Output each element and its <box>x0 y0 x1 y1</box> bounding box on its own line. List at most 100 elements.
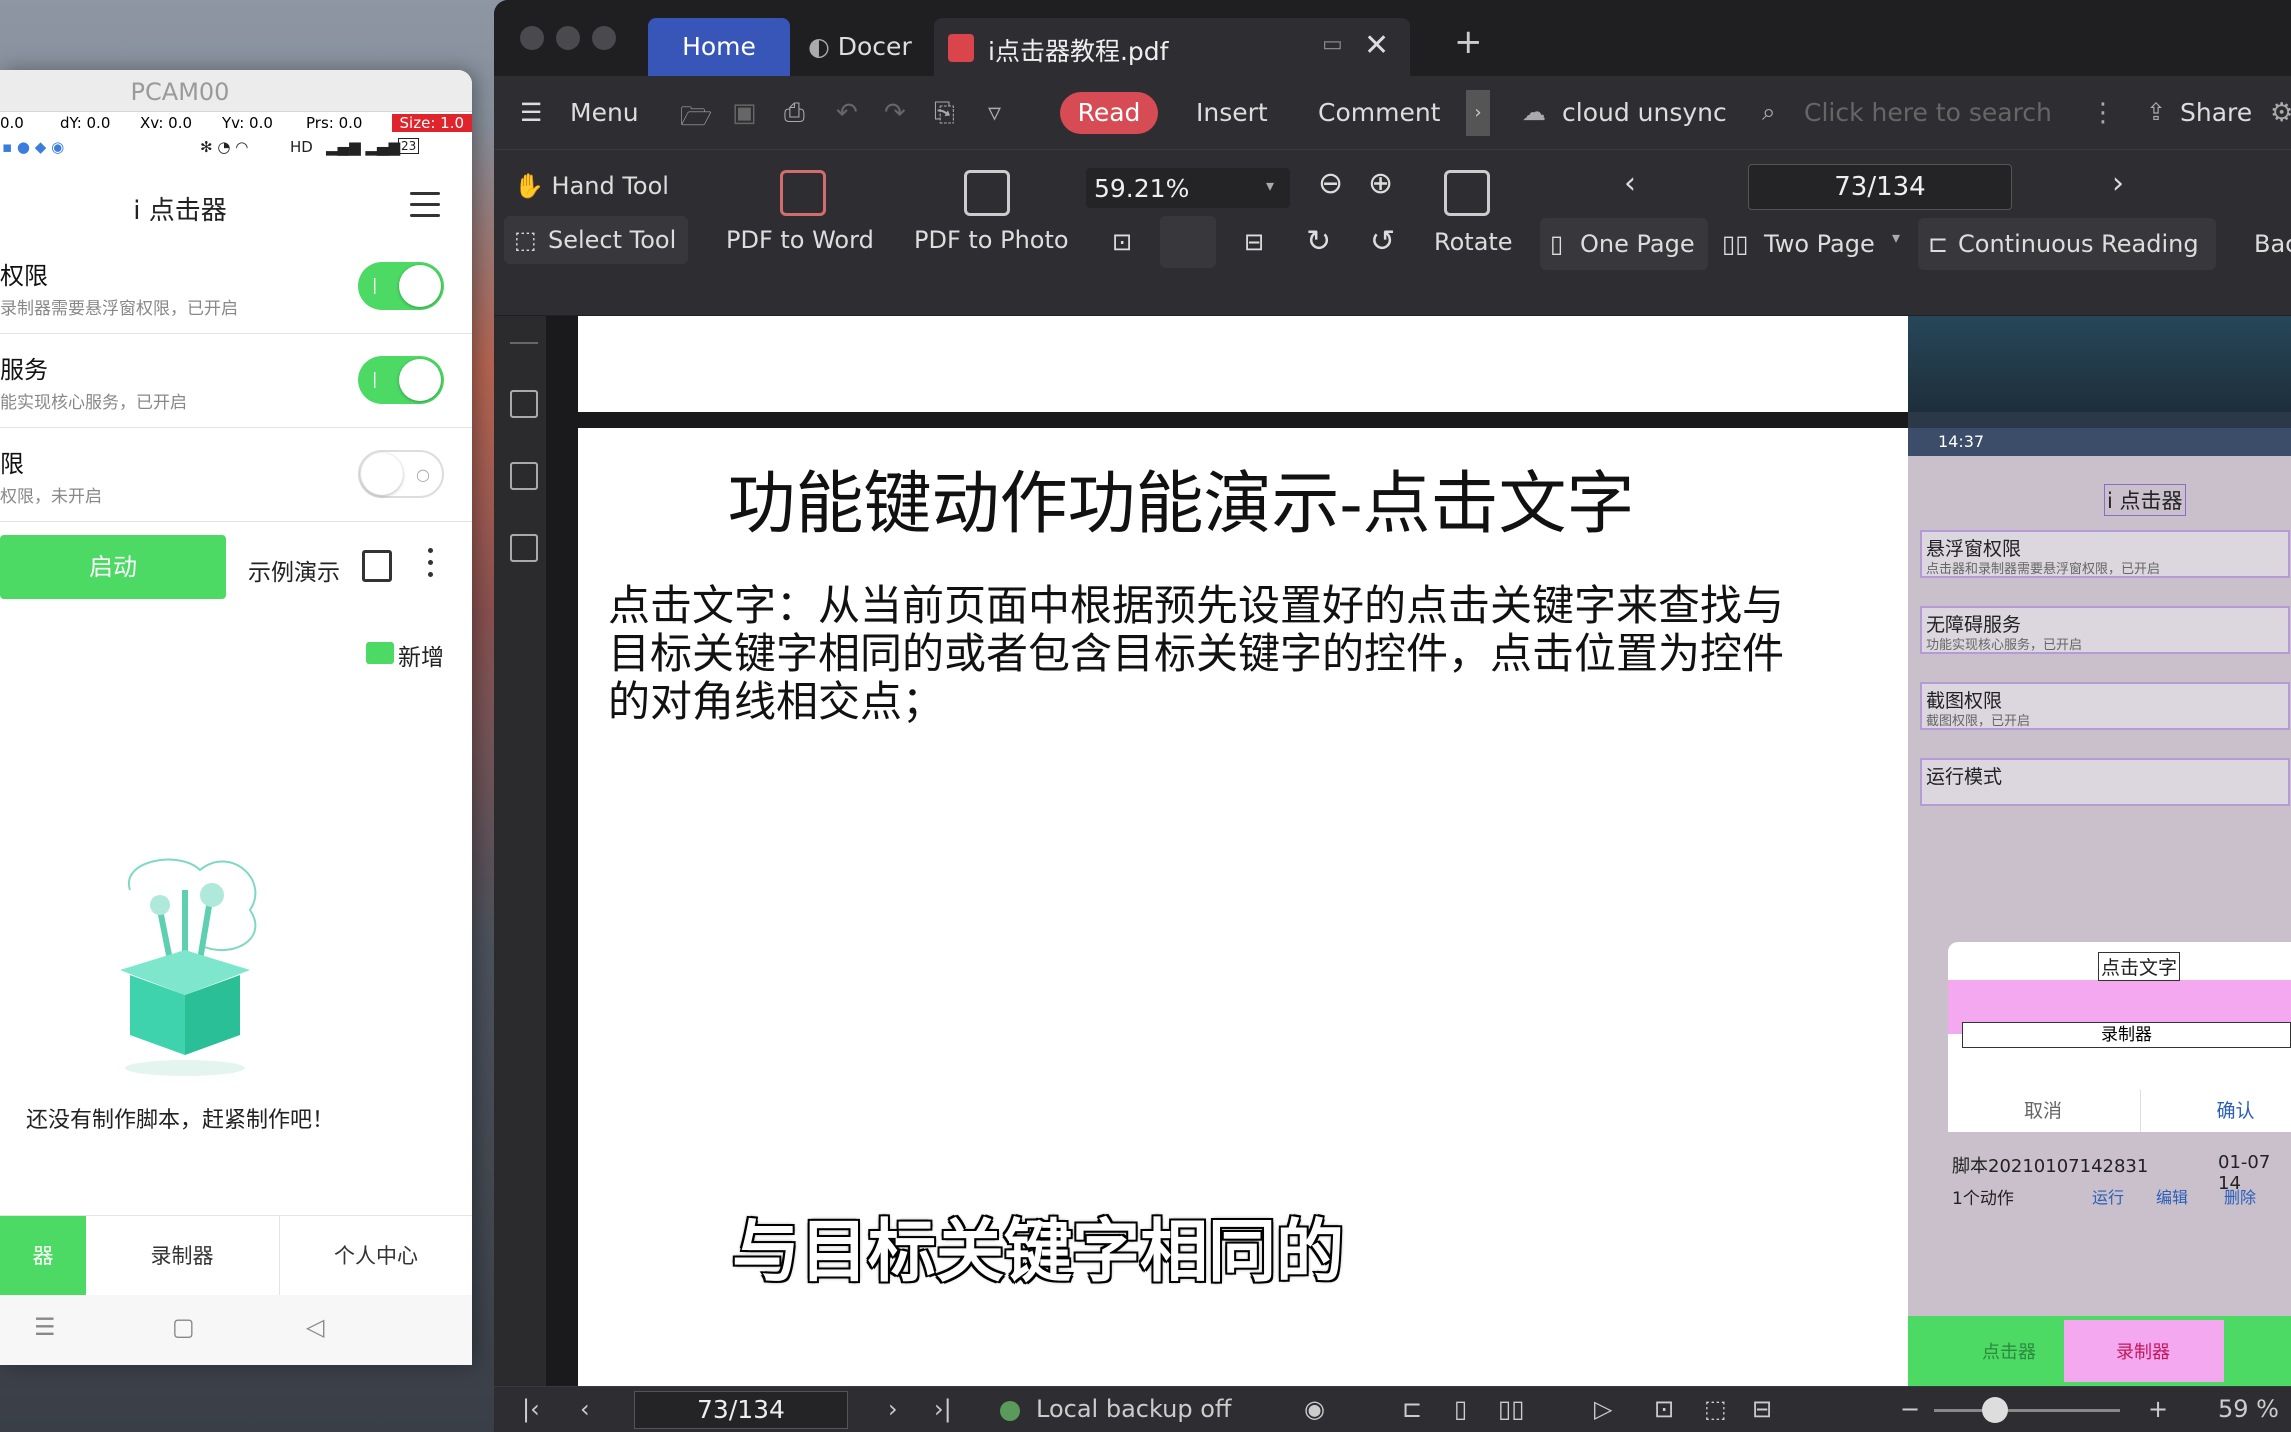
eye-protection-icon[interactable]: ◉ <box>1304 1395 1325 1423</box>
recents-icon[interactable]: ☰ <box>34 1313 56 1341</box>
thumbnail-icon[interactable] <box>510 462 538 490</box>
fit-width-icon[interactable]: ⊟ <box>1244 228 1264 256</box>
minimize-window-dot[interactable] <box>556 26 580 50</box>
script-edit-icon[interactable] <box>362 550 392 582</box>
status-next-page-icon[interactable]: › <box>888 1395 898 1423</box>
insert-tab[interactable]: Insert <box>1196 98 1268 127</box>
service-toggle[interactable]: | <box>358 356 444 404</box>
one-page-label: One Page <box>1580 230 1695 258</box>
annotation-list-icon[interactable] <box>510 534 538 562</box>
quick-access-dropdown-icon[interactable]: ▿ <box>988 98 1001 128</box>
home-icon[interactable]: ▢ <box>172 1313 195 1341</box>
actual-size-icon[interactable]: ⊡ <box>1112 228 1132 256</box>
zoom-slider-handle[interactable] <box>1982 1397 2008 1423</box>
tab-profile[interactable]: 个人中心 <box>280 1216 472 1296</box>
status-two-page-icon[interactable]: ▯▯ <box>1498 1395 1524 1423</box>
more-menu-icon[interactable]: ⋮ <box>2090 98 2116 128</box>
permission-row-screenshot[interactable]: 限 权限，未开启 ○ <box>0 428 472 522</box>
more-options-icon[interactable] <box>420 548 440 584</box>
status-prev-page-icon[interactable]: ‹ <box>580 1395 590 1423</box>
read-tab[interactable]: Read <box>1060 92 1158 134</box>
phone-mirror-window: PCAM00 0.0 dY: 0.0 Xv: 0.0 Yv: 0.0 Prs: … <box>0 70 472 1365</box>
page-number-input[interactable]: 73/134 <box>1748 164 2012 210</box>
status-one-page-icon[interactable]: ▯ <box>1454 1395 1467 1423</box>
rotate-icon[interactable] <box>1444 170 1490 216</box>
embedded-bottom-tabs: 点击器 录制器 <box>1908 1316 2291 1386</box>
rotate-left-icon[interactable]: ↺ <box>1370 224 1395 259</box>
backup-status[interactable]: Local backup off <box>1036 1395 1231 1423</box>
settings-gear-icon[interactable]: ⚙ <box>2270 98 2291 128</box>
tab-clicker[interactable]: 器 <box>0 1216 86 1296</box>
status-page-input[interactable]: 73/134 <box>634 1391 848 1429</box>
left-sidebar <box>494 316 546 1386</box>
zoom-slider-track[interactable] <box>1934 1409 2120 1412</box>
redo-icon[interactable]: ↷ <box>884 98 906 128</box>
status-fit-page-icon[interactable]: ⬚ <box>1704 1395 1727 1423</box>
bottom-tab-bar: 器 录制器 个人中心 <box>0 1215 472 1296</box>
tab-home[interactable]: Home <box>648 18 790 76</box>
screenshot-permission-toggle[interactable]: ○ <box>358 450 444 498</box>
more-tabs-arrow-icon[interactable]: › <box>1466 90 1490 136</box>
phone-window-titlebar[interactable]: PCAM00 <box>0 70 472 112</box>
continuous-reading-button[interactable]: ⊏ Continuous Reading <box>1918 218 2216 270</box>
start-button[interactable]: 启动 <box>0 535 226 599</box>
zoom-out-icon[interactable]: ⊖ <box>1318 166 1343 201</box>
rotate-button[interactable]: Rotate <box>1434 228 1513 256</box>
cloud-status[interactable]: cloud unsync <box>1562 98 1727 127</box>
embedded-row: 运行模式 <box>1920 758 2290 806</box>
status-continuous-icon[interactable]: ⊏ <box>1402 1395 1422 1423</box>
zoom-in-icon[interactable]: ⊕ <box>1368 166 1393 201</box>
close-tab-icon[interactable]: ✕ <box>1364 28 1389 63</box>
maximize-window-dot[interactable] <box>592 26 616 50</box>
permission-row-service[interactable]: 服务 能实现核心服务，已开启 | <box>0 334 472 428</box>
comment-tab[interactable]: Comment <box>1318 98 1441 127</box>
new-tab-icon[interactable]: + <box>1454 22 1483 62</box>
pdf-to-word-icon[interactable] <box>780 170 826 216</box>
permission-row-overlay[interactable]: 权限 录制器需要悬浮窗权限，已开启 | <box>0 240 472 334</box>
save-icon[interactable]: ▣ <box>732 98 757 128</box>
previous-page-icon[interactable]: ‹ <box>1624 166 1636 201</box>
undo-icon[interactable]: ↶ <box>836 98 858 128</box>
status-fit-width-icon[interactable]: ⊟ <box>1752 1395 1772 1423</box>
open-icon[interactable]: 🗁 <box>680 98 712 142</box>
pdf-to-word-button[interactable]: PDF to Word <box>726 226 874 254</box>
menu-button[interactable]: Menu <box>570 98 639 127</box>
select-tool-button[interactable]: ⬚ Select Tool <box>504 216 688 264</box>
pdf-to-photo-button[interactable]: PDF to Photo <box>914 226 1069 254</box>
print-icon[interactable]: ⎙ <box>784 98 805 129</box>
outline-icon[interactable] <box>510 390 538 418</box>
status-zoom-out-icon[interactable]: − <box>1900 1395 1920 1423</box>
pdf-to-photo-icon[interactable] <box>964 170 1010 216</box>
fit-page-icon[interactable] <box>1160 216 1216 268</box>
next-page-icon[interactable]: › <box>2112 166 2124 201</box>
share-button[interactable]: Share <box>2180 98 2252 127</box>
two-page-button[interactable]: Two Page <box>1764 230 1875 258</box>
tab-pdf-file[interactable]: i点击器教程.pdf ▭ ✕ <box>934 18 1410 76</box>
search-input[interactable]: Click here to search <box>1804 98 2052 127</box>
pointer-dy: dY: 0.0 <box>60 114 111 132</box>
overlay-permission-toggle[interactable]: | <box>358 262 444 310</box>
tab-recorder[interactable]: 录制器 <box>86 1216 278 1296</box>
new-script-button[interactable]: 新增 <box>398 638 444 672</box>
embedded-edit: 编辑 <box>2156 1188 2189 1207</box>
hamburger-menu-icon[interactable] <box>410 192 440 218</box>
last-page-icon[interactable]: ›| <box>934 1395 952 1423</box>
background-button[interactable]: Bac <box>2254 230 2291 258</box>
one-page-button[interactable]: ▯ One Page <box>1540 218 1708 270</box>
menu-hamburger-icon[interactable]: ☰ <box>520 98 542 127</box>
first-page-icon[interactable]: |‹ <box>522 1395 540 1423</box>
tab-docer[interactable]: ◐ Docer <box>800 18 912 76</box>
rotate-right-icon[interactable]: ↻ <box>1306 224 1331 259</box>
hand-tool-button[interactable]: ✋ Hand Tool <box>514 172 669 200</box>
close-window-dot[interactable] <box>520 26 544 50</box>
window-mode-icon[interactable]: ▭ <box>1322 32 1343 57</box>
cloud-icon: ☁ <box>1522 98 1546 126</box>
zoom-level-select[interactable]: 59.21% ▾ <box>1086 168 1290 208</box>
two-page-dropdown-icon[interactable]: ▾ <box>1892 228 1900 247</box>
status-zoom-in-icon[interactable]: + <box>2148 1395 2168 1423</box>
demo-link[interactable]: 示例演示 <box>248 553 340 587</box>
play-icon[interactable]: ▷ <box>1594 1395 1612 1423</box>
export-icon[interactable]: ⎘ <box>934 98 955 129</box>
back-icon[interactable]: ◁ <box>306 1313 324 1341</box>
status-actual-size-icon[interactable]: ⊡ <box>1654 1395 1674 1423</box>
